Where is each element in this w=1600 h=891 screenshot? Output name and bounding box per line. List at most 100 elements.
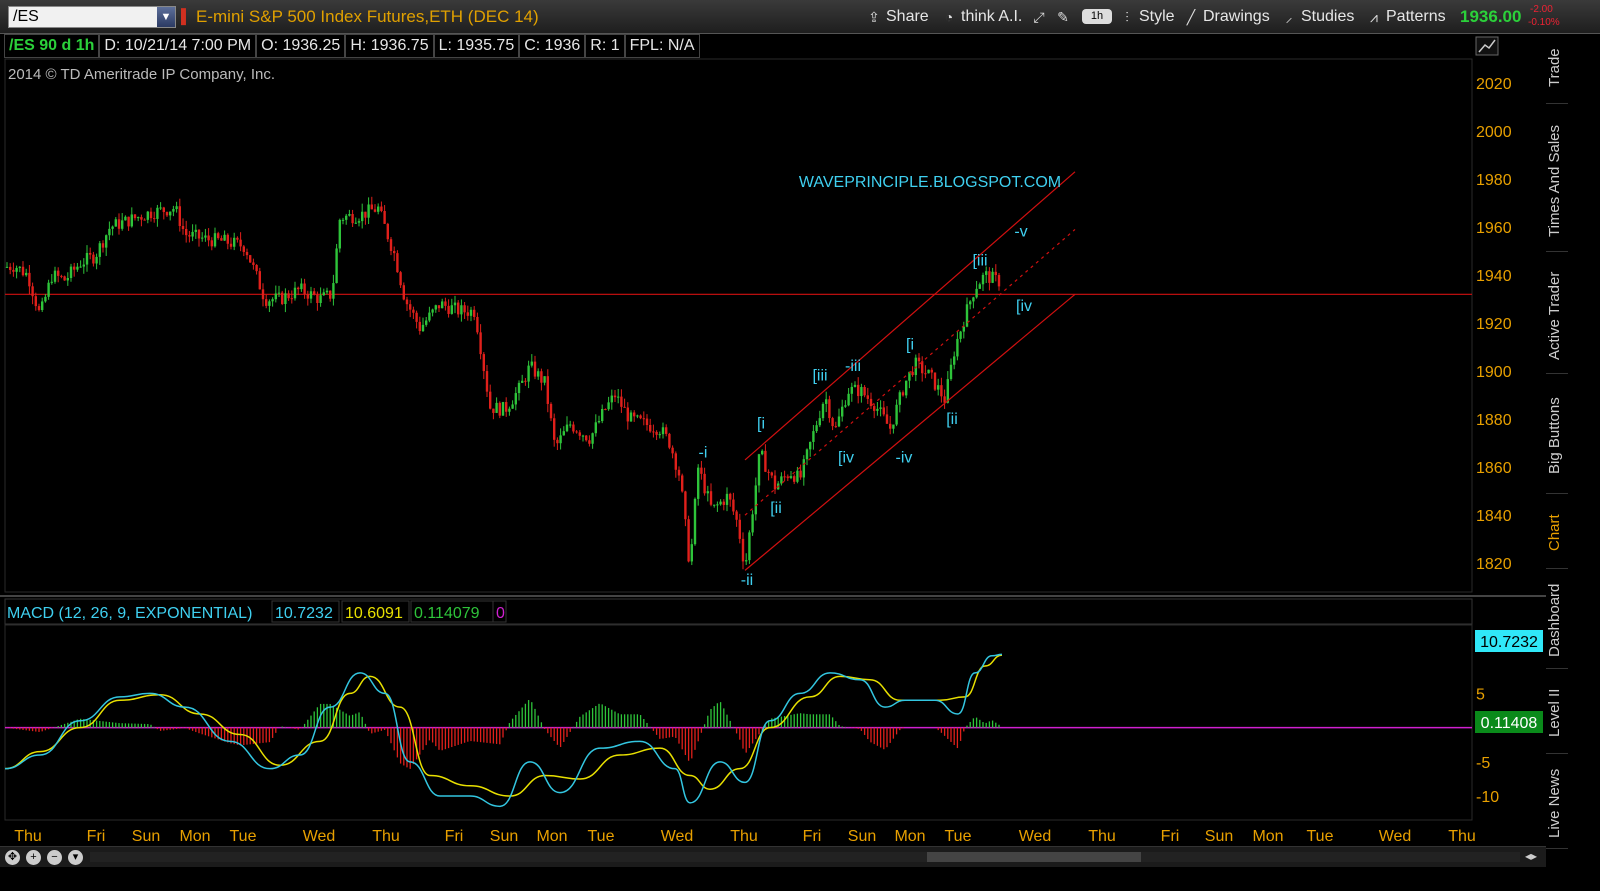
candle-body <box>34 296 37 307</box>
wave-label: [ii <box>770 500 782 517</box>
candle-body <box>969 301 972 305</box>
candle-body <box>229 243 233 247</box>
candle-body <box>156 207 159 219</box>
macd-tick-label: 5 <box>1476 686 1485 703</box>
candle-body <box>802 459 805 478</box>
candle-body <box>745 560 748 562</box>
candle-body <box>889 423 892 429</box>
candle-body <box>703 473 706 494</box>
candle-body <box>325 290 329 293</box>
candle-body <box>18 266 21 268</box>
side-tab-chart[interactable]: Chart <box>1546 498 1568 569</box>
candle-body <box>962 326 965 332</box>
candle-body <box>943 396 946 403</box>
candle-body <box>309 291 313 299</box>
candle-body <box>140 217 143 220</box>
side-tab-big-buttons[interactable]: Big Buttons <box>1546 378 1568 494</box>
candle-body <box>825 399 828 404</box>
candle-body <box>485 371 489 392</box>
candle-body <box>66 278 69 281</box>
candle-body <box>722 501 725 505</box>
side-tab-times-and-sales[interactable]: Times And Sales <box>1546 111 1568 252</box>
candle-body <box>690 544 693 562</box>
candle-body <box>533 361 537 377</box>
candle-body <box>495 402 498 413</box>
candle-body <box>261 289 265 300</box>
zoom-in-icon[interactable]: + <box>26 850 41 865</box>
candle-body <box>373 209 377 212</box>
candle-body <box>796 470 799 482</box>
candle-body <box>98 243 101 257</box>
zoom-out-icon[interactable]: − <box>47 850 62 865</box>
candle-body <box>245 251 249 256</box>
candle-body <box>31 286 34 297</box>
candle-body <box>757 454 761 486</box>
candle-body <box>601 409 604 422</box>
candle-body <box>620 396 623 407</box>
candle-body <box>284 293 287 304</box>
candle-body <box>997 275 1001 287</box>
candle-body <box>956 338 959 357</box>
candle-body <box>735 511 738 520</box>
candle-body <box>626 407 629 422</box>
time-axis-label: Sun <box>490 828 518 845</box>
candle-body <box>597 421 601 423</box>
bar-date: D: 10/21/14 7:00 PM <box>99 34 257 58</box>
candle-body <box>530 361 533 366</box>
candle-body <box>511 404 514 409</box>
scroll-arrows-icon[interactable]: ◂▸ <box>1525 849 1537 863</box>
candle-body <box>425 320 428 325</box>
candle-body <box>469 309 473 316</box>
candle-body <box>693 498 697 545</box>
candle-body <box>293 287 297 299</box>
candle-body <box>345 215 348 220</box>
candle-body <box>658 434 661 436</box>
candle-body <box>338 219 341 249</box>
candle-body <box>313 291 316 295</box>
time-axis-label: Wed <box>303 828 336 845</box>
candle-body <box>924 373 927 375</box>
candle-body <box>818 418 821 426</box>
candle-body <box>274 293 277 300</box>
candle-body <box>111 226 114 229</box>
chart-canvas[interactable]: 1820 1840 1860 1880 1900 1920 1940 1960 1980 2000… <box>0 0 1546 846</box>
candle-body <box>873 406 876 411</box>
candle-body <box>863 387 866 396</box>
side-tab-live-news[interactable]: Live News <box>1546 758 1568 849</box>
pan-icon[interactable]: ✥ <box>5 850 20 865</box>
bar-range: R: 1 <box>585 34 625 58</box>
candle-body <box>668 433 671 448</box>
side-tab-active-trader[interactable]: Active Trader <box>1546 258 1568 374</box>
wave-label: [iv <box>838 449 854 466</box>
candle-body <box>831 418 834 427</box>
time-axis-label: Mon <box>179 828 210 845</box>
side-tab-level-ii[interactable]: Level II <box>1546 673 1568 754</box>
channel-upper-line <box>744 171 1076 461</box>
side-tab-trade[interactable]: Trade <box>1546 33 1568 104</box>
wave-label: -iii <box>845 358 861 375</box>
candle-body <box>386 223 389 240</box>
candle-body <box>114 219 117 227</box>
candle-body <box>661 427 665 435</box>
candle-body <box>828 399 831 419</box>
symbol-period[interactable]: /ES 90 d 1h <box>4 34 100 58</box>
candle-body <box>287 293 290 299</box>
candle-body <box>965 304 969 327</box>
time-axis-label: Thu <box>730 828 758 845</box>
candle-body <box>143 219 146 221</box>
time-axis-label: Mon <box>536 828 567 845</box>
price-tick-label: 1900 <box>1476 364 1512 381</box>
candle-body <box>988 271 991 283</box>
side-tab-dashboard[interactable]: Dashboard <box>1546 573 1568 669</box>
candle-body <box>866 395 869 399</box>
price-tick-label: 1820 <box>1476 556 1512 573</box>
candle-body <box>655 431 658 435</box>
bar-fpl: FPL: N/A <box>624 34 700 58</box>
price-panel-frame <box>4 58 1473 593</box>
zoom-box-icon[interactable]: ▾ <box>68 850 83 865</box>
scrollbar-track[interactable] <box>90 852 1520 862</box>
candle-body <box>914 357 917 376</box>
scrollbar-thumb[interactable] <box>927 852 1141 862</box>
candle-body <box>476 316 479 333</box>
candle-body <box>562 431 565 436</box>
